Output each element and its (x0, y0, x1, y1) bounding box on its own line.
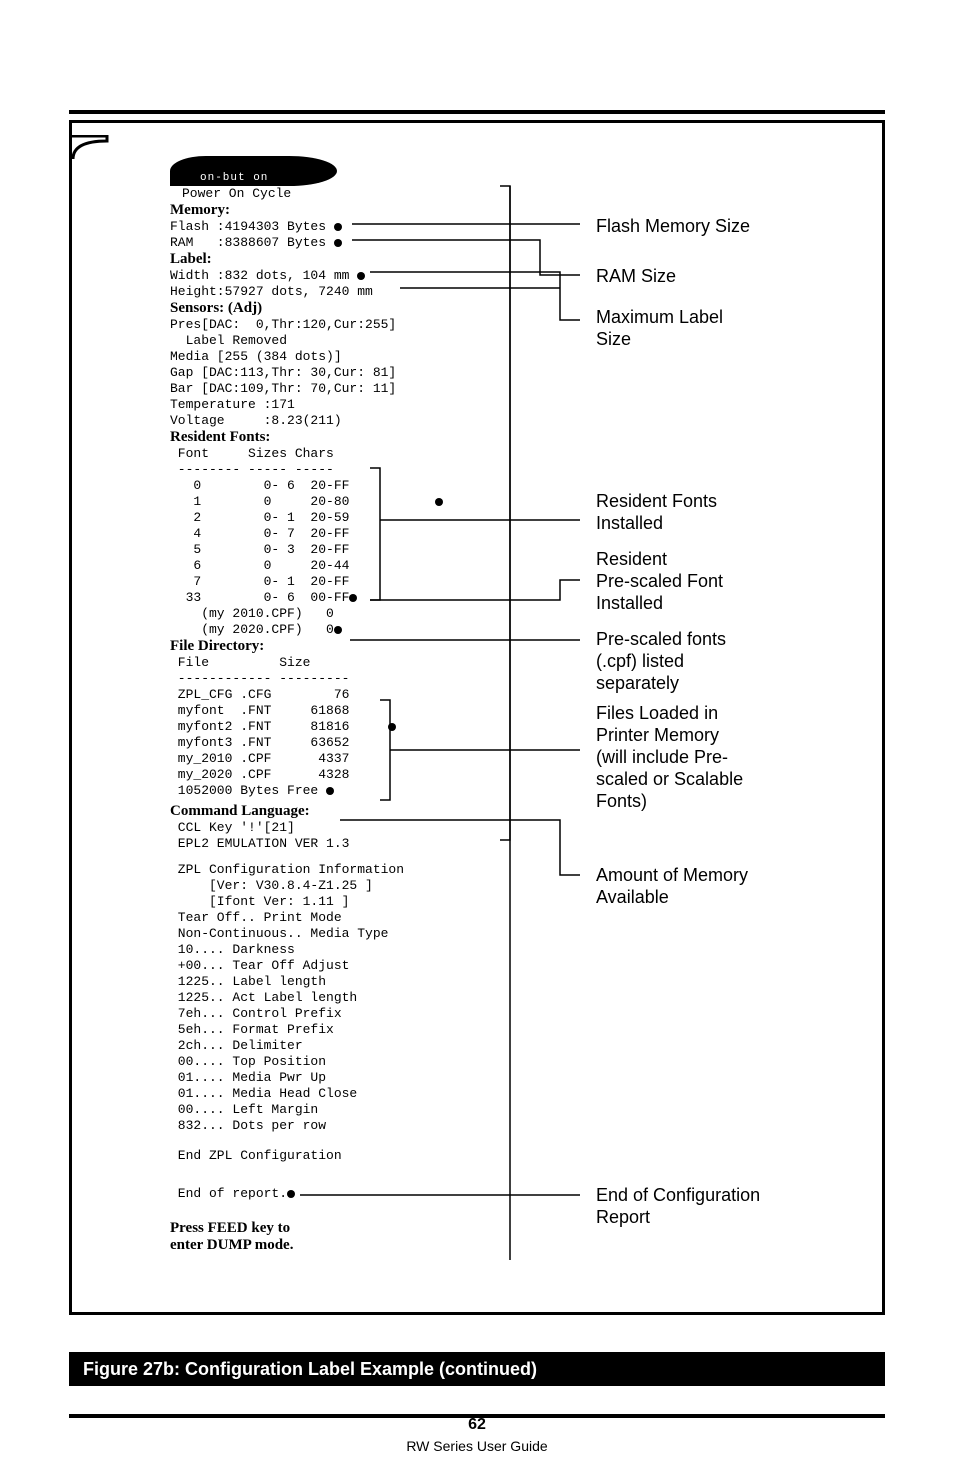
dot-icon (334, 239, 342, 247)
torn-label-text: on-but on (200, 172, 268, 184)
cfg-row: 1225.. Act Label length (170, 990, 510, 1006)
epl2-line: EPL2 EMULATION VER 1.3 (170, 836, 510, 852)
cfg-row: 2ch... Delimiter (170, 1038, 510, 1054)
font-row: 1 0 20-80 (170, 494, 510, 510)
dot-icon (435, 498, 443, 506)
tab-corner-icon (69, 135, 109, 185)
file-row: myfont .FNT 61868 (170, 703, 510, 719)
file-directory-heading: File Directory: (170, 638, 510, 655)
flash-line: Flash :4194303 Bytes (170, 219, 510, 235)
font-row: (my 2020.CPF) 0 (170, 622, 510, 638)
cfg-row: 7eh... Control Prefix (170, 1006, 510, 1022)
dot-icon (357, 272, 365, 280)
file-row: ZPL_CFG .CFG 76 (170, 687, 510, 703)
resident-fonts-heading: Resident Fonts: (170, 429, 510, 446)
config-label-content: Power On Cycle Memory: Flash :4194303 By… (170, 186, 510, 1254)
dot-icon (287, 1190, 295, 1198)
font-row: 0 0- 6 20-FF (170, 478, 510, 494)
ann-amount-memory: Amount of Memory Available (596, 864, 748, 908)
dot-icon (334, 223, 342, 231)
width-line: Width :832 dots, 104 mm (170, 268, 510, 284)
cfg-row: +00... Tear Off Adjust (170, 958, 510, 974)
label-removed-line: Label Removed (170, 333, 510, 349)
cfg-row: Non-Continuous.. Media Type (170, 926, 510, 942)
font-row: 2 0- 1 20-59 (170, 510, 510, 526)
font-table-sep: -------- ----- ----- (170, 462, 510, 478)
dot-icon (349, 594, 357, 602)
enter-dump-line: enter DUMP mode. (170, 1237, 510, 1254)
file-row: myfont3 .FNT 63652 (170, 735, 510, 751)
ifont-line: [Ifont Ver: 1.11 ] (170, 894, 510, 910)
ram-line: RAM :8388607 Bytes (170, 235, 510, 251)
page-footer: 62 RW Series User Guide (0, 1416, 954, 1454)
cfg-row: 00.... Top Position (170, 1054, 510, 1070)
file-row: my_2020 .CPF 4328 (170, 767, 510, 783)
file-table-sep: ------------ --------- (170, 671, 510, 687)
font-row: (my 2010.CPF) 0 (170, 606, 510, 622)
voltage-line: Voltage :8.23(211) (170, 413, 510, 429)
torn-label-top: on-but on (170, 156, 337, 186)
file-table-header: File Size (170, 655, 510, 671)
cfg-row: 01.... Media Pwr Up (170, 1070, 510, 1086)
ccl-line: CCL Key '!'[21] (170, 820, 510, 836)
ann-resident-fonts: Resident Fonts Installed (596, 490, 717, 534)
dot-icon (388, 723, 396, 731)
power-on-line: Power On Cycle (182, 186, 510, 202)
label-heading: Label: (170, 251, 510, 268)
gap-line: Gap [DAC:113,Thr: 30,Cur: 81] (170, 365, 510, 381)
ann-files-loaded: Files Loaded in Printer Memory (will inc… (596, 702, 743, 812)
figure-caption: Figure 27b: Configuration Label Example … (69, 1352, 885, 1386)
ann-flash-memory: Flash Memory Size (596, 215, 750, 237)
font-row: 6 0 20-44 (170, 558, 510, 574)
ann-end-config: End of Configuration Report (596, 1184, 760, 1228)
pres-line: Pres[DAC: 0,Thr:120,Cur:255] (170, 317, 510, 333)
font-row: 33 0- 6 00-FF (170, 590, 510, 606)
dot-icon (334, 626, 342, 634)
cfg-row: 1225.. Label length (170, 974, 510, 990)
font-table-header: Font Sizes Chars (170, 446, 510, 462)
ann-prescaled-listed: Pre-scaled fonts (.cpf) listed separatel… (596, 628, 726, 694)
font-row: 5 0- 3 20-FF (170, 542, 510, 558)
sensors-heading: Sensors: (Adj) (170, 300, 510, 317)
cfg-row: Tear Off.. Print Mode (170, 910, 510, 926)
press-feed-line: Press FEED key to (170, 1220, 510, 1237)
height-line: Height:57927 dots, 7240 mm (170, 284, 510, 300)
cfg-row: 00.... Left Margin (170, 1102, 510, 1118)
cfg-row: 10.... Darkness (170, 942, 510, 958)
cfg-row: 832... Dots per row (170, 1118, 510, 1134)
ann-max-label: Maximum Label Size (596, 306, 723, 350)
cfg-row: 01.... Media Head Close (170, 1086, 510, 1102)
font-row: 7 0- 1 20-FF (170, 574, 510, 590)
temperature-line: Temperature :171 (170, 397, 510, 413)
file-row: my_2010 .CPF 4337 (170, 751, 510, 767)
bar-line: Bar [DAC:109,Thr: 70,Cur: 11] (170, 381, 510, 397)
bytes-free-line: 1052000 Bytes Free (170, 783, 510, 799)
media-line: Media [255 (384 dots)] (170, 349, 510, 365)
zpl-ver-line: [Ver: V30.8.4-Z1.25 ] (170, 878, 510, 894)
end-zpl-line: End ZPL Configuration (170, 1148, 510, 1164)
ann-prescaled-font: Resident Pre-scaled Font Installed (596, 548, 723, 614)
dot-icon (326, 787, 334, 795)
guide-title: RW Series User Guide (0, 1438, 954, 1454)
file-row: myfont2 .FNT 81816 (170, 719, 510, 735)
ann-ram-size: RAM Size (596, 265, 676, 287)
memory-heading: Memory: (170, 202, 510, 219)
command-language-heading: Command Language: (170, 803, 510, 820)
cfg-row: 5eh... Format Prefix (170, 1022, 510, 1038)
zpl-info-line: ZPL Configuration Information (170, 862, 510, 878)
end-report-line: End of report. (170, 1186, 510, 1202)
page-number: 62 (0, 1416, 954, 1434)
page: on-but on Power On Cycle Memory: Flash :… (0, 0, 954, 1475)
font-row: 4 0- 7 20-FF (170, 526, 510, 542)
